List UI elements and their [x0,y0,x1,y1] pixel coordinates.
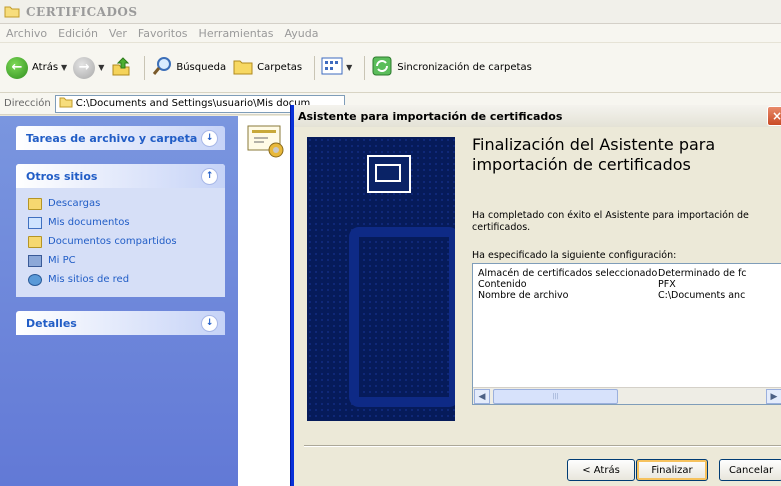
views-icon [321,56,343,79]
setting-name: Almacén de certificados seleccionado [478,268,658,279]
explorer-titlebar: CERTIFICADOS [0,0,781,24]
toolbar: ← Atrás ▼ → ▼ Búsqueda Carpetas ▼ Sincro… [0,43,781,93]
dialog-title: Asistente para importación de certificad… [298,109,563,123]
settings-row: Almacén de certificados seleccionado Det… [473,268,781,279]
up-button[interactable] [110,55,132,80]
link-label: Documentos compartidos [48,236,177,247]
folders-label: Carpetas [257,62,303,73]
views-dropdown-icon[interactable]: ▼ [346,63,352,72]
link-label: Mi PC [48,255,76,266]
back-label: Atrás [32,62,59,73]
back-button[interactable]: ← Atrás ▼ [6,56,67,79]
finish-button[interactable]: Finalizar [636,459,708,481]
sync-label: Sincronización de carpetas [397,62,532,73]
network-places-icon [28,273,42,286]
menu-herramientas[interactable]: Herramientas [199,27,274,40]
setting-value: Determinado de fc [658,268,747,279]
certificate-card-icon [375,164,401,182]
back-dropdown-icon[interactable]: ▼ [61,63,67,72]
forward-dropdown-icon[interactable]: ▼ [98,63,104,72]
file-tasks-header[interactable]: Tareas de archivo y carpeta ↓ [16,126,225,150]
task-pane: Tareas de archivo y carpeta ↓ Otros siti… [0,116,238,486]
search-label: Búsqueda [176,62,227,73]
address-value: C:\Documents and Settings\usuario\Mis do… [75,98,311,109]
toolbar-separator [144,55,146,80]
wizard-heading: Finalización del Asistente para importac… [472,135,716,174]
details-header[interactable]: Detalles ↓ [16,311,225,335]
address-label: Dirección [4,98,51,109]
completed-text: Ha completado con éxito el Asistente par… [472,210,749,233]
import-wizard-dialog: Asistente para importación de certificad… [291,105,781,486]
forward-arrow-icon: → [73,56,96,79]
link-label: Descargas [48,198,101,209]
folder-icon [28,197,42,210]
toolbar-separator [314,55,316,80]
sync-icon [371,55,393,80]
menu-bar: Archivo Edición Ver Favoritos Herramient… [0,24,781,43]
file-list-area [238,116,298,486]
link-mis-documentos[interactable]: Mis documentos [28,213,215,232]
toolbar-separator [364,55,366,80]
setting-value: PFX [658,279,676,290]
wizard-banner [307,137,455,421]
other-places-header[interactable]: Otros sitios ↑ [16,164,225,188]
close-icon[interactable]: × [767,106,781,126]
link-mi-pc[interactable]: Mi PC [28,251,215,270]
setting-name: Nombre de archivo [478,290,569,301]
scroll-right-icon[interactable]: ▶ [766,389,781,404]
link-descargas[interactable]: Descargas [28,194,215,213]
other-places-list: Descargas Mis documentos Documentos comp… [16,188,225,297]
back-wizard-button[interactable]: < Atrás [567,459,635,481]
menu-edicion[interactable]: Edición [58,27,98,40]
settings-row: Nombre de archivo C:\Documents anc [473,290,781,301]
menu-archivo[interactable]: Archivo [6,27,47,40]
dialog-titlebar: Asistente para importación de certificad… [294,105,781,127]
window-title: CERTIFICADOS [26,4,138,19]
details-panel: Detalles ↓ [16,311,225,335]
menu-favoritos[interactable]: Favoritos [138,27,188,40]
my-computer-icon [28,254,42,267]
search-icon [151,55,173,80]
views-button[interactable]: ▼ [321,56,352,79]
collapse-chevron-icon[interactable]: ↑ [201,167,218,185]
config-label: Ha especificado la siguiente configuraci… [472,250,677,261]
sync-folders-button[interactable]: Sincronización de carpetas [371,55,532,80]
folders-icon [232,55,254,80]
horizontal-scrollbar[interactable]: ◀ ||| ▶ [473,387,781,404]
other-places-title: Otros sitios [26,169,98,183]
expand-chevron-icon[interactable]: ↓ [201,129,218,147]
expand-chevron-icon[interactable]: ↓ [201,314,218,332]
shared-folder-icon [28,235,42,248]
other-places-panel: Otros sitios ↑ Descargas Mis documentos … [16,164,225,297]
button-divider [304,445,781,447]
folders-button[interactable]: Carpetas [232,55,302,80]
forward-button[interactable]: → ▼ [73,56,104,79]
folder-icon [4,5,20,18]
cancel-button[interactable]: Cancelar [719,459,781,481]
certificate-icon [367,155,411,193]
certificate-file-icon[interactable] [246,122,286,162]
settings-row: Contenido PFX [473,279,781,290]
menu-ayuda[interactable]: Ayuda [284,27,318,40]
my-documents-icon [28,216,42,229]
search-button[interactable]: Búsqueda [151,55,226,80]
scroll-left-icon[interactable]: ◀ [474,389,490,404]
link-documentos-compartidos[interactable]: Documentos compartidos [28,232,215,251]
banner-decoration [349,227,455,407]
file-tasks-title: Tareas de archivo y carpeta [26,131,198,145]
scrollbar-thumb[interactable]: ||| [493,389,618,404]
setting-name: Contenido [478,279,527,290]
link-label: Mis sitios de red [48,274,130,285]
link-label: Mis documentos [48,217,130,228]
details-title: Detalles [26,316,77,330]
file-tasks-panel: Tareas de archivo y carpeta ↓ [16,126,225,150]
settings-summary-list[interactable]: Almacén de certificados seleccionado Det… [472,263,781,405]
address-folder-icon [59,97,73,111]
link-mis-sitios-de-red[interactable]: Mis sitios de red [28,270,215,289]
back-arrow-icon: ← [6,56,28,79]
up-folder-icon [110,55,132,80]
wizard-heading-area: Finalización del Asistente para importac… [472,135,781,175]
setting-value: C:\Documents anc [658,290,746,301]
menu-ver[interactable]: Ver [109,27,127,40]
